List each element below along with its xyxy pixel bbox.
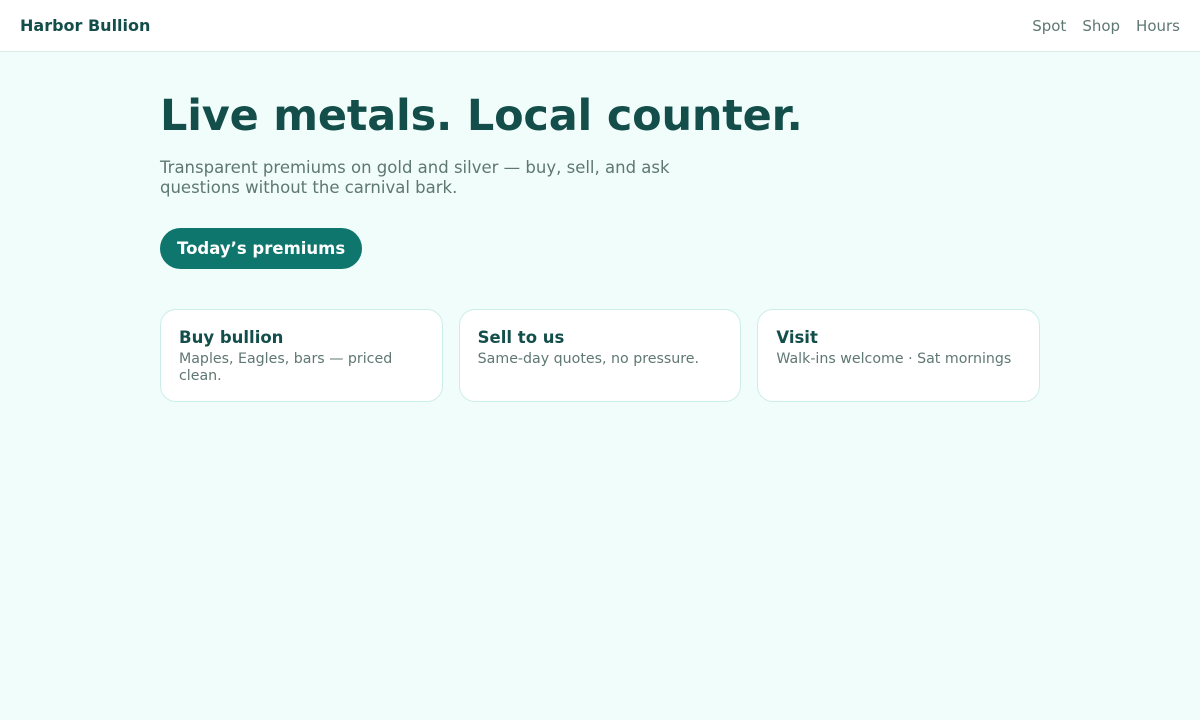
card-description: Walk-ins welcome · Sat mornings xyxy=(776,351,1012,368)
card-sell-to-us[interactable]: Sell to us Same-day quotes, no pressure. xyxy=(458,309,742,403)
nav-link-shop[interactable]: Shop xyxy=(1082,17,1120,35)
brand-logo[interactable]: Harbor Bullion xyxy=(20,16,150,35)
hero-section: Live metals. Local counter. Transparent … xyxy=(0,52,1200,403)
feature-cards: Buy bullion Maples, Eagles, bars — price… xyxy=(160,309,1041,403)
nav-link-spot[interactable]: Spot xyxy=(1032,17,1066,35)
main-nav: Spot Shop Hours xyxy=(1032,17,1180,35)
card-description: Same-day quotes, no pressure. xyxy=(477,351,699,368)
todays-premiums-button[interactable]: Today’s premiums xyxy=(160,228,363,270)
card-title: Visit xyxy=(776,328,818,348)
card-description: Maples, Eagles, bars — priced clean. xyxy=(179,351,393,384)
card-buy-bullion[interactable]: Buy bullion Maples, Eagles, bars — price… xyxy=(160,309,443,403)
hero-headline: Live metals. Local counter. xyxy=(160,91,803,141)
card-visit[interactable]: Visit Walk-ins welcome · Sat mornings xyxy=(757,309,1041,403)
hero-subhead: Transparent premiums on gold and silver … xyxy=(160,158,670,197)
card-title: Sell to us xyxy=(477,328,565,348)
card-title: Buy bullion xyxy=(179,328,284,348)
top-bar: Harbor Bullion Spot Shop Hours xyxy=(0,0,1200,52)
nav-link-hours[interactable]: Hours xyxy=(1136,17,1180,35)
